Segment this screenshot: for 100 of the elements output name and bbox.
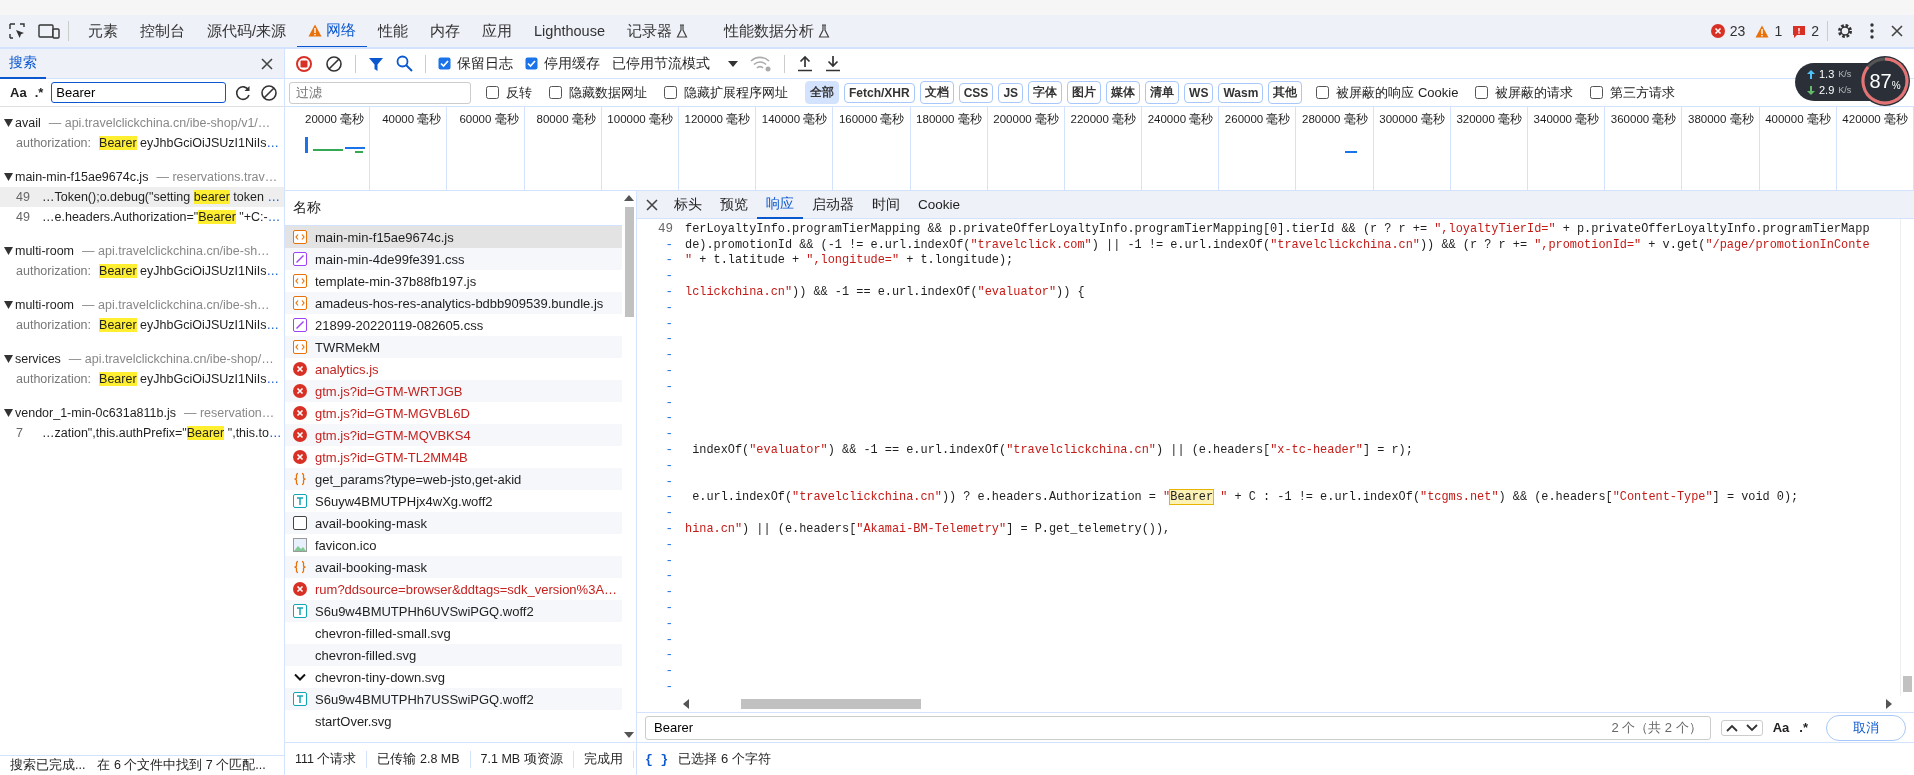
panel-tab[interactable]: 应用	[471, 15, 524, 47]
throttling-dropdown[interactable]: 已停用节流模式	[612, 54, 738, 73]
expand-triangle-icon[interactable]	[4, 355, 13, 363]
checkbox[interactable]	[664, 86, 677, 99]
file-name[interactable]: vendor_1-min-0c631a811b.js	[15, 406, 176, 420]
type-filter-chip[interactable]: Fetch/XHR	[844, 82, 915, 103]
checkbox[interactable]	[438, 57, 451, 70]
request-name[interactable]: main-min-f15ae9674c.js	[315, 229, 454, 245]
regex-button[interactable]: .*	[1799, 720, 1808, 735]
type-filter-chip[interactable]: 文档	[919, 81, 954, 104]
record-stop-icon[interactable]	[295, 54, 313, 73]
next-match-icon[interactable]	[1745, 723, 1758, 732]
request-name[interactable]: rum?ddsource=browser&ddtags=sdk_version%3A…	[315, 581, 618, 597]
filter-field[interactable]: 过滤	[289, 81, 471, 104]
search-match[interactable]: authorization: Bearer eyJhbGciOiJSUzI1NiIs…	[16, 318, 279, 332]
file-name[interactable]: services	[15, 352, 61, 366]
scroll-left-icon[interactable]	[683, 699, 689, 709]
scroll-up-icon[interactable]	[624, 195, 634, 201]
more-icon[interactable]	[1870, 23, 1874, 39]
type-filter-chip[interactable]: JS	[998, 82, 1024, 103]
close-icon[interactable]	[1890, 24, 1904, 38]
file-name[interactable]: avail	[15, 116, 41, 130]
panel-tab[interactable]: 性能数据分析	[713, 15, 841, 47]
selected-row-highlight[interactable]: main-min-f15ae9674c.js	[285, 226, 622, 248]
type-filter-chip[interactable]: 媒体	[1106, 81, 1141, 104]
search-match[interactable]: …Token();o.debug("setting bearer token …	[42, 190, 280, 204]
request-name[interactable]: startOver.svg	[315, 713, 392, 729]
panel-tab[interactable]: 源代码/来源	[196, 15, 298, 47]
search-match[interactable]: …zation",this.authPrefix="Bearer ",this.to…	[42, 426, 282, 440]
format-button[interactable]: { }	[645, 751, 669, 767]
detail-tab[interactable]: 标头	[665, 191, 711, 219]
request-name[interactable]: TWRMekM	[315, 339, 380, 355]
download-icon[interactable]	[825, 55, 841, 72]
inspect-icon[interactable]	[8, 22, 26, 40]
type-filter-chip[interactable]: WS	[1184, 82, 1214, 103]
request-name[interactable]: chevron-tiny-down.svg	[315, 669, 446, 685]
expand-triangle-icon[interactable]	[4, 301, 13, 309]
scrollbar-thumb[interactable]	[741, 699, 921, 709]
refresh-icon[interactable]	[234, 83, 252, 102]
filter-icon[interactable]	[368, 55, 384, 72]
request-name[interactable]: analytics.js	[315, 361, 379, 377]
request-name[interactable]: 21899-20220119-082605.css	[315, 317, 484, 333]
previous-match-icon[interactable]	[1725, 723, 1738, 732]
error-count[interactable]: 23	[1710, 23, 1746, 39]
scrollbar-thumb[interactable]	[1903, 676, 1912, 692]
scrollbar-thumb[interactable]	[624, 207, 634, 317]
match-case-button[interactable]: Aa	[10, 85, 27, 100]
checkbox[interactable]	[486, 86, 499, 99]
regex-button[interactable]: .*	[34, 85, 44, 100]
close-icon[interactable]	[260, 56, 274, 71]
request-name[interactable]: template-min-37b88fb197.js	[315, 273, 477, 289]
type-filter-chip[interactable]: 清单	[1145, 81, 1180, 104]
search-icon[interactable]	[396, 55, 413, 72]
search-match[interactable]: authorization: Bearer eyJhbGciOiJSUzI1NiIs…	[16, 136, 279, 150]
checkbox[interactable]	[549, 86, 562, 99]
match-row-highlight[interactable]: 49 …Token();o.debug("setting bearer token …	[0, 187, 284, 207]
search-match[interactable]: …e.headers.Authorization="Bearer "+C:-…	[42, 210, 281, 224]
checkbox[interactable]	[1475, 86, 1489, 99]
panel-tab[interactable]: 搜索	[0, 48, 46, 79]
panel-tab[interactable]: 内存	[419, 15, 472, 47]
checkbox[interactable]	[525, 57, 538, 70]
search-field[interactable]: Bearer	[51, 82, 226, 103]
panel-tab[interactable]: 控制台	[129, 15, 196, 47]
type-filter-chip[interactable]: 其他	[1268, 81, 1303, 104]
checkbox[interactable]	[1590, 86, 1604, 99]
panel-tab[interactable]: 性能	[367, 15, 420, 47]
request-name[interactable]: gtm.js?id=GTM-TL2MM4B	[315, 449, 468, 465]
search-match[interactable]: authorization: Bearer eyJhbGciOiJSUzI1NiIs…	[16, 264, 279, 278]
panel-tab[interactable]: 记录器	[616, 15, 699, 47]
request-name[interactable]: S6uyw4BMUTPHjx4wXg.woff2	[315, 493, 493, 509]
request-name[interactable]: favicon.ico	[315, 537, 377, 553]
detail-tab[interactable]: 时间	[863, 191, 909, 219]
expand-triangle-icon[interactable]	[4, 247, 13, 255]
request-name[interactable]: gtm.js?id=GTM-MGVBL6D	[315, 405, 470, 421]
request-name[interactable]: chevron-filled-small.svg	[315, 625, 451, 641]
settings-icon[interactable]	[1836, 22, 1854, 40]
panel-tab[interactable]: 网络	[297, 15, 368, 47]
expand-triangle-icon[interactable]	[4, 173, 13, 181]
checkbox[interactable]	[1316, 86, 1330, 99]
detail-tab[interactable]: 启动器	[803, 191, 863, 219]
type-filter-chip[interactable]: 字体	[1028, 81, 1063, 104]
detail-tab[interactable]: 预览	[711, 191, 757, 219]
type-filter-chip[interactable]: Wasm	[1218, 82, 1264, 103]
expand-triangle-icon[interactable]	[4, 119, 13, 127]
type-filter-chip[interactable]: CSS	[958, 82, 994, 103]
type-filter-chip[interactable]: 全部	[805, 81, 839, 104]
issue-count[interactable]: 2	[1792, 23, 1819, 39]
detail-tab[interactable]: Cookie	[909, 191, 970, 219]
device-icon[interactable]	[38, 22, 60, 40]
panel-tab[interactable]: Lighthouse	[523, 15, 616, 47]
file-name[interactable]: multi-room	[15, 298, 75, 312]
type-filter-chip[interactable]: 图片	[1067, 81, 1102, 104]
search-match[interactable]: authorization: Bearer eyJhbGciOiJSUzI1NiIs…	[16, 372, 279, 386]
file-name[interactable]: main-min-f15ae9674c.js	[15, 170, 149, 184]
match-case-button[interactable]: Aa	[1772, 720, 1790, 735]
expand-triangle-icon[interactable]	[4, 409, 13, 417]
upload-icon[interactable]	[797, 55, 813, 72]
detail-tab[interactable]: 响应	[757, 191, 803, 219]
clear-icon[interactable]	[260, 83, 278, 102]
scroll-down-icon[interactable]	[624, 732, 634, 738]
